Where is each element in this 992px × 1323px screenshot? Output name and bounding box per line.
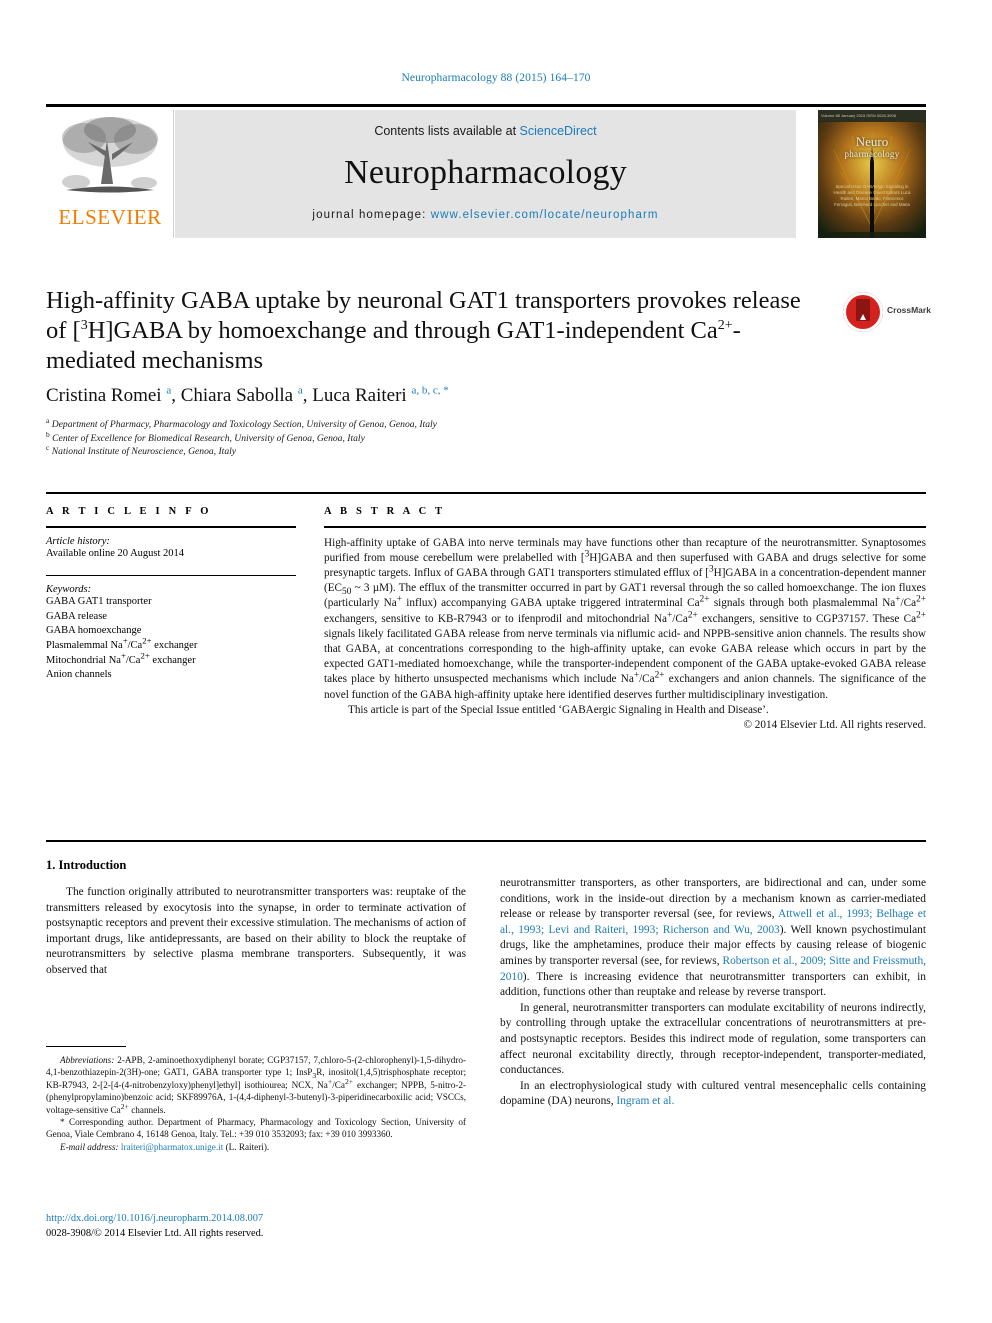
running-head: Neuropharmacology 88 (2015) 164–170	[401, 72, 591, 84]
affiliation-text-a: Department of Pharmacy, Pharmacology and…	[51, 419, 437, 430]
article-history-value: Available online 20 August 2014	[46, 547, 185, 559]
title-block: High-affinity GABA uptake by neuronal GA…	[46, 286, 806, 376]
doi-link[interactable]: http://dx.doi.org/10.1016/j.neuropharm.2…	[46, 1212, 486, 1227]
intro-left-column: The function originally attributed to ne…	[46, 885, 466, 979]
cover-artwork	[818, 110, 926, 238]
intro-paragraph: The function originally attributed to ne…	[46, 886, 466, 976]
keyword-item: GABA homoexchange	[46, 625, 142, 637]
footnotes-block: Abbreviations: 2-APB, 2-aminoethoxydiphe…	[46, 1054, 466, 1153]
paper-page: Neuropharmacology 88 (2015) 164–170 ELSE…	[0, 0, 992, 1323]
affiliation-c: c National Institute of Neuroscience, Ge…	[46, 442, 437, 459]
crossmark-book-glyph	[856, 299, 870, 321]
cover-blurb: Special Issue GABAergic Signaling in Hea…	[833, 184, 911, 207]
affiliation-text-b: Center of Excellence for Biomedical Rese…	[52, 432, 365, 444]
contents-lists-prefix: Contents lists available at	[374, 124, 520, 138]
intro-paragraph: In an electrophysiological study with cu…	[500, 1079, 926, 1108]
abstract-rule	[324, 526, 926, 528]
author-list: Cristina Romei a, Chiara Sabolla a, Luca…	[46, 384, 449, 406]
journal-homepage-line: journal homepage: www.elsevier.com/locat…	[175, 209, 796, 221]
article-history-label: Article history:	[46, 535, 110, 547]
journal-title: Neuropharmacology	[344, 154, 627, 191]
intro-paragraph: neurotransmitter transporters, as other …	[500, 877, 927, 999]
corresponding-author-note: * Corresponding author. Department of Ph…	[46, 1117, 466, 1140]
keyword-item: Plasmalemmal Na+/Ca2+ exchanger	[46, 635, 198, 651]
keywords-rule	[46, 574, 296, 577]
abstract-column: A B S T R A C T High-affinity uptake of …	[324, 506, 926, 733]
journal-masthead: ELSEVIER Contents lists available at Sci…	[46, 104, 926, 238]
keyword-item: GABA GAT1 transporter	[46, 596, 152, 608]
abstract-paragraph: High-affinity uptake of GABA into nerve …	[324, 536, 927, 701]
page-title: High-affinity GABA uptake by neuronal GA…	[46, 287, 801, 374]
abstract-body: High-affinity uptake of GABA into nerve …	[324, 536, 926, 734]
abstract-heading: A B S T R A C T	[324, 506, 446, 517]
cover-title-sub: pharmacology	[844, 149, 900, 159]
abbreviations-note: Abbreviations: 2-APB, 2-aminoethoxydiphe…	[46, 1055, 467, 1115]
affiliations: a Department of Pharmacy, Pharmacology a…	[46, 415, 437, 459]
affiliation-marker-b: b	[46, 429, 50, 439]
keyword-item: Mitochondrial Na+/Ca2+ exchanger	[46, 650, 196, 666]
sciencedirect-link[interactable]: ScienceDirect	[520, 124, 597, 138]
affiliation-b: b Center of Excellence for Biomedical Re…	[46, 429, 437, 446]
email-label: E-mail address:	[60, 1141, 119, 1152]
masthead-banner: Contents lists available at ScienceDirec…	[175, 110, 796, 238]
elsevier-wordmark: ELSEVIER	[58, 205, 162, 229]
journal-homepage-label: journal homepage:	[312, 209, 431, 221]
elsevier-logo: ELSEVIER	[46, 110, 174, 238]
cover-title: Neuro pharmacology	[818, 134, 926, 160]
elsevier-tree-icon	[62, 117, 158, 193]
affiliation-marker-a: a	[46, 415, 50, 425]
crossmark-icon	[843, 292, 883, 332]
article-info-column: A R T I C L E I N F O Article history: A…	[46, 506, 296, 683]
cover-topbar-left: Volume 88 January 2015 ISSN 0028-3908	[821, 113, 896, 118]
keywords-list: GABA GAT1 transporter GABA release GABA …	[46, 595, 296, 683]
intro-paragraph: In general, neurotransmitter transporter…	[500, 1001, 926, 1077]
journal-cover-thumbnail: Volume 88 January 2015 ISSN 0028-3908 Ne…	[818, 110, 926, 238]
contents-lists-line: Contents lists available at ScienceDirec…	[175, 124, 796, 138]
keyword-item: Anion channels	[46, 669, 112, 681]
info-band-top-rule	[46, 492, 926, 494]
article-info-rule	[46, 526, 296, 528]
crossmark-label: CrossMark	[887, 305, 931, 315]
affiliation-marker-c: c	[46, 442, 50, 452]
abstract-copyright: © 2014 Elsevier Ltd. All rights reserved…	[743, 719, 927, 732]
crossmark-badge[interactable]: CrossMark	[843, 292, 931, 332]
journal-homepage-link[interactable]: www.elsevier.com/locate/neuropharm	[431, 209, 659, 221]
cover-title-main: Neuro	[855, 134, 889, 149]
footnote-separator-rule	[46, 1046, 126, 1048]
article-info-heading: A R T I C L E I N F O	[46, 506, 212, 517]
affiliation-a: a Department of Pharmacy, Pharmacology a…	[46, 415, 437, 432]
section-heading-introduction: 1. Introduction	[46, 858, 127, 872]
masthead-top-rule	[46, 104, 926, 107]
abstract-special-issue: This article is part of the Special Issu…	[348, 703, 769, 716]
info-band-bottom-rule	[46, 840, 926, 842]
keyword-item: GABA release	[46, 610, 107, 622]
affiliation-text-c: National Institute of Neuroscience, Geno…	[51, 446, 237, 457]
intro-right-column: neurotransmitter transporters, as other …	[500, 876, 926, 1110]
email-owner: (L. Raiteri).	[225, 1141, 270, 1152]
email-note: E-mail address: lraiteri@pharmatox.unige…	[46, 1141, 466, 1153]
keywords-label: Keywords:	[46, 584, 92, 596]
issn-copyright-line: 0028-3908/© 2014 Elsevier Ltd. All right…	[46, 1227, 264, 1239]
footer-block: http://dx.doi.org/10.1016/j.neuropharm.2…	[46, 1212, 486, 1241]
cover-topbar: Volume 88 January 2015 ISSN 0028-3908	[818, 110, 926, 121]
email-link[interactable]: lraiteri@pharmatox.unige.it	[121, 1142, 223, 1152]
